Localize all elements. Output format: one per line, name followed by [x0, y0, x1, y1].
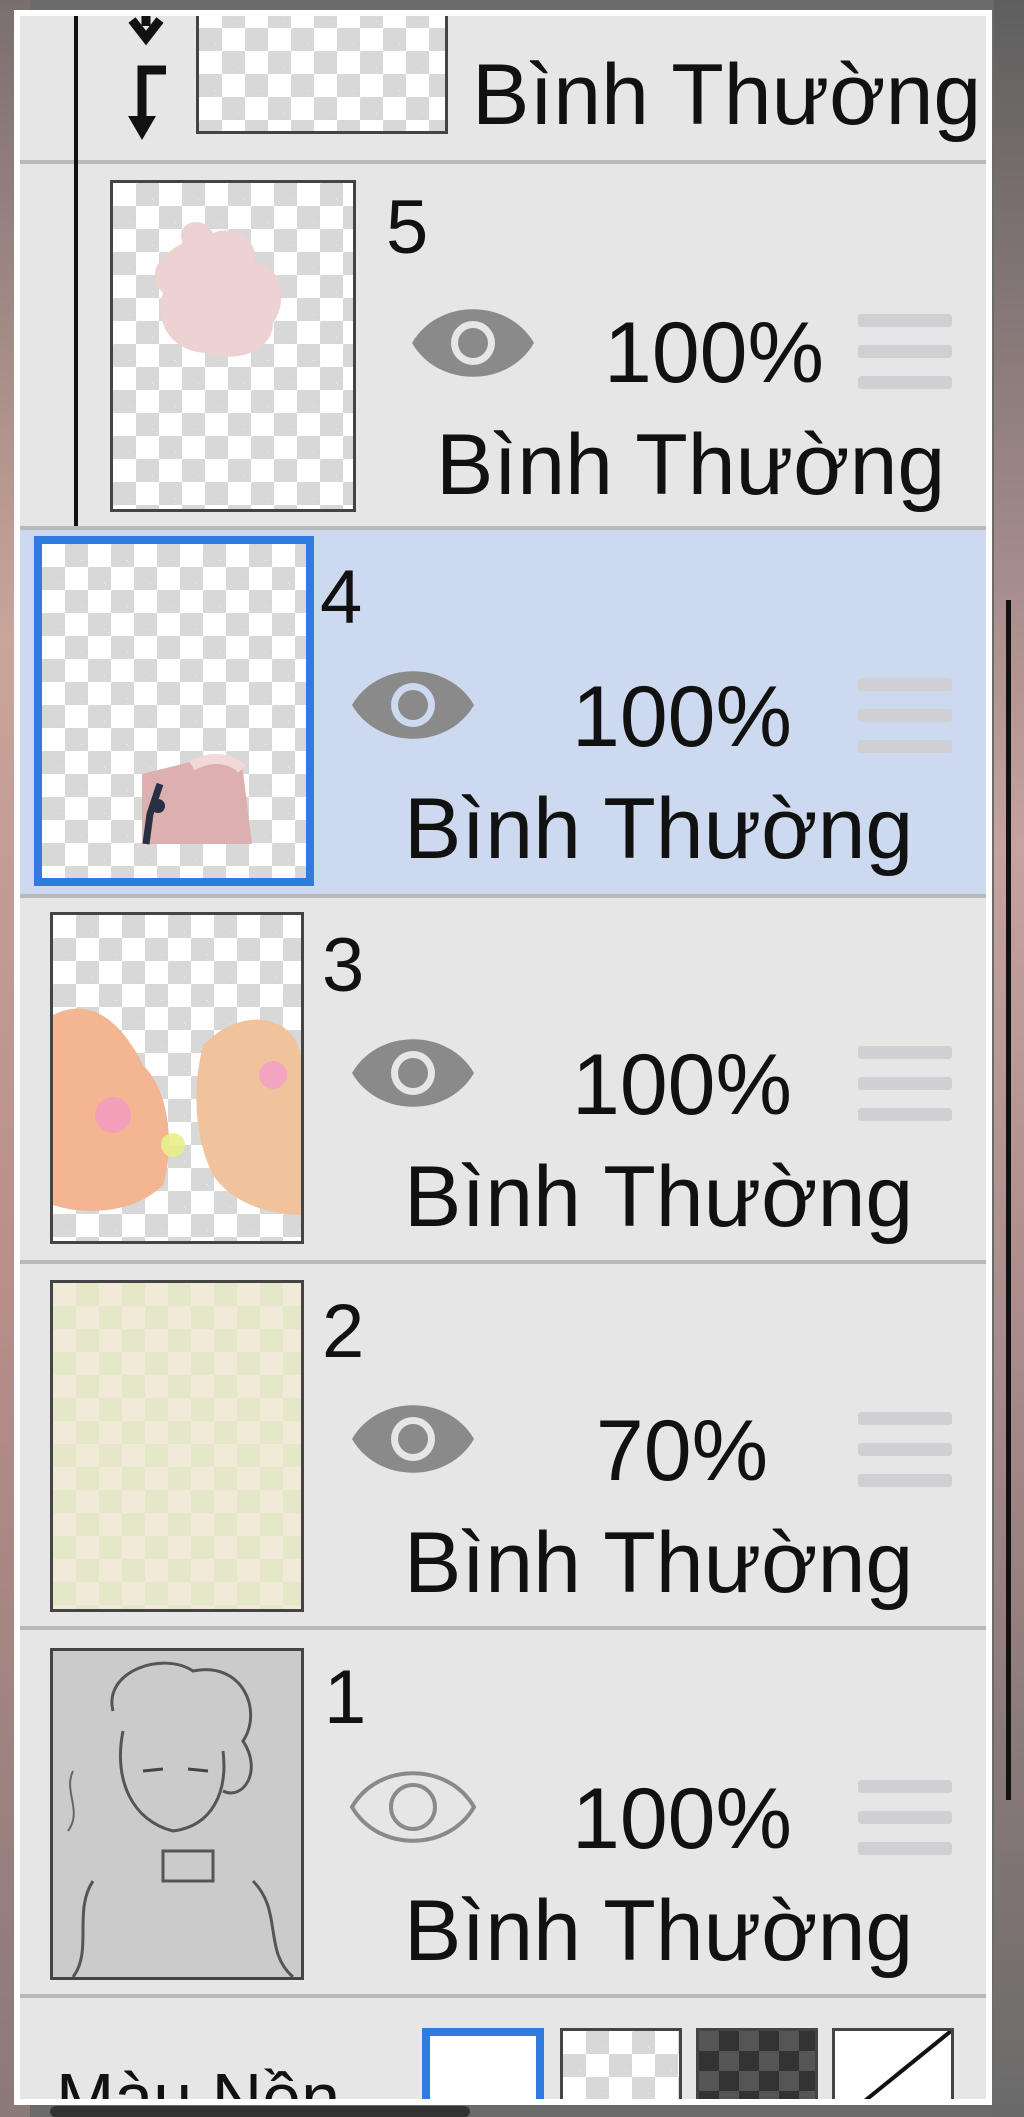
blend-mode-label[interactable]: Bình Thường	[404, 786, 913, 872]
drag-handle-icon[interactable]	[858, 1780, 952, 1855]
opacity-value[interactable]: 100%	[552, 1042, 812, 1128]
layer-thumbnail	[34, 536, 314, 886]
clip-line	[74, 164, 78, 526]
opacity-value[interactable]: 100%	[552, 674, 812, 760]
background-white-option[interactable]	[422, 2028, 544, 2099]
drag-handle-icon[interactable]	[858, 314, 952, 389]
layer-number: 4	[320, 555, 363, 640]
visibility-eye-icon[interactable]	[348, 1394, 478, 1484]
layer-thumbnail	[50, 1280, 304, 1612]
layer-number: 1	[324, 1655, 367, 1740]
clip-line	[74, 16, 78, 164]
canvas-background-right	[994, 0, 1024, 2117]
drag-handle-icon[interactable]	[858, 1046, 952, 1121]
bottom-scrollbar[interactable]	[50, 2106, 470, 2117]
background-dark-checker-option[interactable]	[696, 2028, 818, 2099]
background-color-label: Màu Nền	[56, 2059, 341, 2105]
layer-thumbnail	[50, 1648, 304, 1980]
opacity-value[interactable]: 70%	[552, 1408, 812, 1494]
layer-row-1[interactable]: 1 100% Bình Thường	[20, 1630, 986, 1998]
visibility-eye-icon[interactable]	[348, 1028, 478, 1118]
blend-mode-label[interactable]: Bình Thường	[404, 1520, 913, 1606]
layer-row-2[interactable]: 2 70% Bình Thường	[20, 1264, 986, 1630]
blend-mode-label[interactable]: Bình Thường	[404, 1154, 913, 1240]
background-custom-color-option[interactable]	[832, 2028, 954, 2099]
layer-row-clipped[interactable]: Bình Thường	[20, 16, 986, 164]
visibility-eye-icon[interactable]	[348, 660, 478, 750]
layer-thumbnail	[110, 180, 356, 512]
background-light-checker-option[interactable]	[560, 2028, 682, 2099]
drag-handle-icon[interactable]	[858, 678, 952, 753]
clip-arrow-icon	[128, 16, 166, 140]
drag-handle-icon[interactable]	[858, 1412, 952, 1487]
visibility-eye-icon[interactable]	[408, 298, 538, 388]
layer-row-4[interactable]: 4 100% Bình Thường	[20, 530, 986, 898]
blend-mode-label[interactable]: Bình Thường	[436, 422, 945, 508]
layer-number: 5	[386, 185, 429, 270]
layers-panel: Bình Thường 5 100% Bình Thường 4 100% Bì…	[14, 10, 992, 2105]
layer-number: 3	[322, 923, 365, 1008]
blend-mode-label[interactable]: Bình Thường	[404, 1888, 913, 1974]
layer-row-3[interactable]: 3 100% Bình Thường	[20, 898, 986, 1264]
blend-mode-label[interactable]: Bình Thường	[472, 52, 981, 138]
opacity-value[interactable]: 100%	[552, 1776, 812, 1862]
opacity-value[interactable]: 100%	[584, 310, 844, 396]
background-color-bar: Màu Nền	[20, 1996, 986, 2105]
visibility-eye-off-icon[interactable]	[348, 1762, 478, 1852]
layer-thumbnail	[50, 912, 304, 1244]
layer-number: 2	[322, 1289, 365, 1374]
layer-row-5[interactable]: 5 100% Bình Thường	[20, 164, 986, 530]
layer-thumbnail	[196, 16, 448, 134]
